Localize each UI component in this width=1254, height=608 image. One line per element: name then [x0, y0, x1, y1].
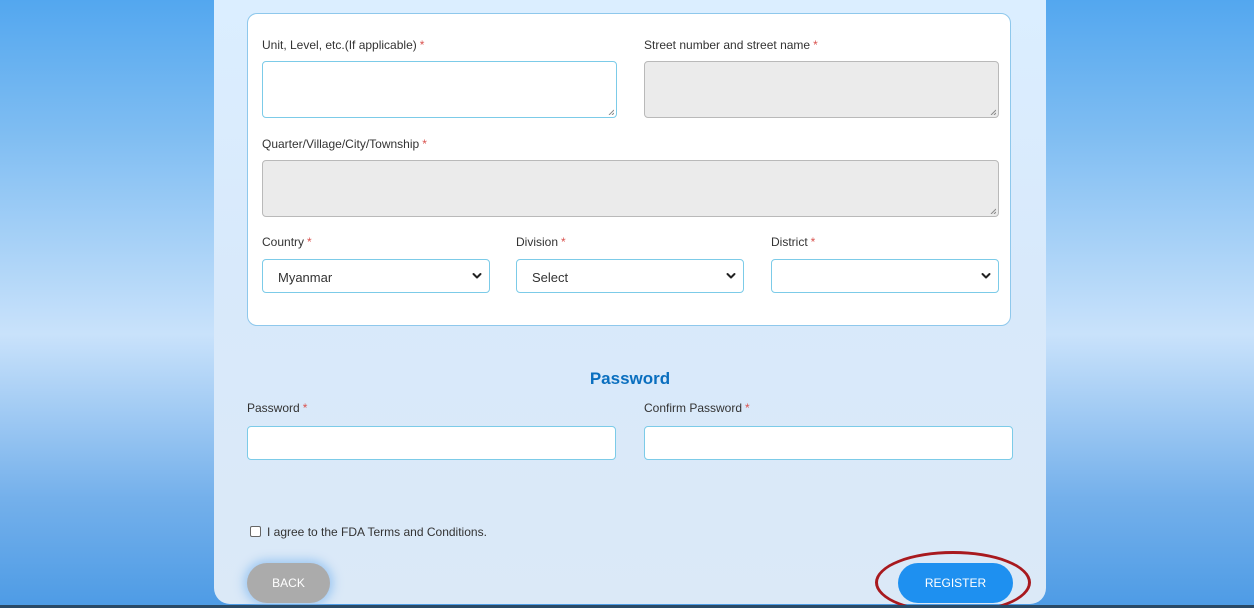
back-button[interactable]: BACK [247, 563, 330, 603]
resize-grip-icon[interactable] [990, 208, 996, 214]
required-mark: * [561, 235, 566, 249]
required-mark: * [810, 235, 816, 249]
required-mark: * [422, 137, 427, 151]
terms-label: I agree to the FDA Terms and Conditions. [267, 525, 487, 539]
resize-grip-icon[interactable] [990, 109, 996, 115]
registration-card: Unit, Level, etc.(If applicable) * Street… [214, 0, 1046, 604]
resize-grip-icon[interactable] [608, 109, 614, 115]
register-highlight-ring [875, 551, 1031, 608]
terms-checkbox[interactable] [250, 526, 261, 537]
unit-label-text: Unit, Level, etc.(If applicable) [262, 38, 417, 52]
street-label-text: Street number and street name [644, 38, 811, 52]
division-select[interactable]: Select [516, 259, 744, 293]
country-select-value: Myanmar [278, 270, 333, 285]
password-section-title: Password [589, 369, 671, 388]
back-button-label: BACK [272, 576, 305, 590]
required-mark: * [302, 401, 308, 415]
division-label: Division * [516, 235, 566, 249]
password-input[interactable] [247, 426, 616, 460]
district-label: District * [771, 235, 815, 249]
required-mark: * [745, 401, 750, 415]
password-label: Password * [247, 401, 307, 415]
required-mark: * [813, 38, 818, 52]
chevron-down-icon [472, 273, 482, 279]
confirm-password-input[interactable] [644, 426, 1013, 460]
street-label: Street number and street name * [644, 38, 818, 52]
chevron-down-icon [981, 273, 991, 279]
unit-label: Unit, Level, etc.(If applicable) * [262, 38, 424, 52]
quarter-textarea[interactable] [262, 160, 999, 217]
country-label: Country * [262, 235, 312, 249]
required-mark: * [307, 235, 312, 249]
confirm-password-label: Confirm Password * [644, 401, 750, 415]
division-label-text: Division [516, 235, 559, 249]
unit-textarea[interactable] [262, 61, 617, 118]
street-textarea[interactable] [644, 61, 999, 118]
quarter-label-text: Quarter/Village/City/Township [262, 137, 420, 151]
district-label-text: District [771, 235, 808, 249]
required-mark: * [419, 38, 425, 52]
quarter-label: Quarter/Village/City/Township * [262, 137, 427, 151]
country-label-text: Country [262, 235, 305, 249]
country-select[interactable]: Myanmar [262, 259, 490, 293]
chevron-down-icon [726, 273, 736, 279]
password-label-text: Password [247, 401, 300, 415]
address-panel: Unit, Level, etc.(If applicable) * Street… [247, 13, 1011, 326]
district-select[interactable] [771, 259, 999, 293]
division-select-value: Select [532, 270, 569, 285]
confirm-password-label-text: Confirm Password [644, 401, 743, 415]
